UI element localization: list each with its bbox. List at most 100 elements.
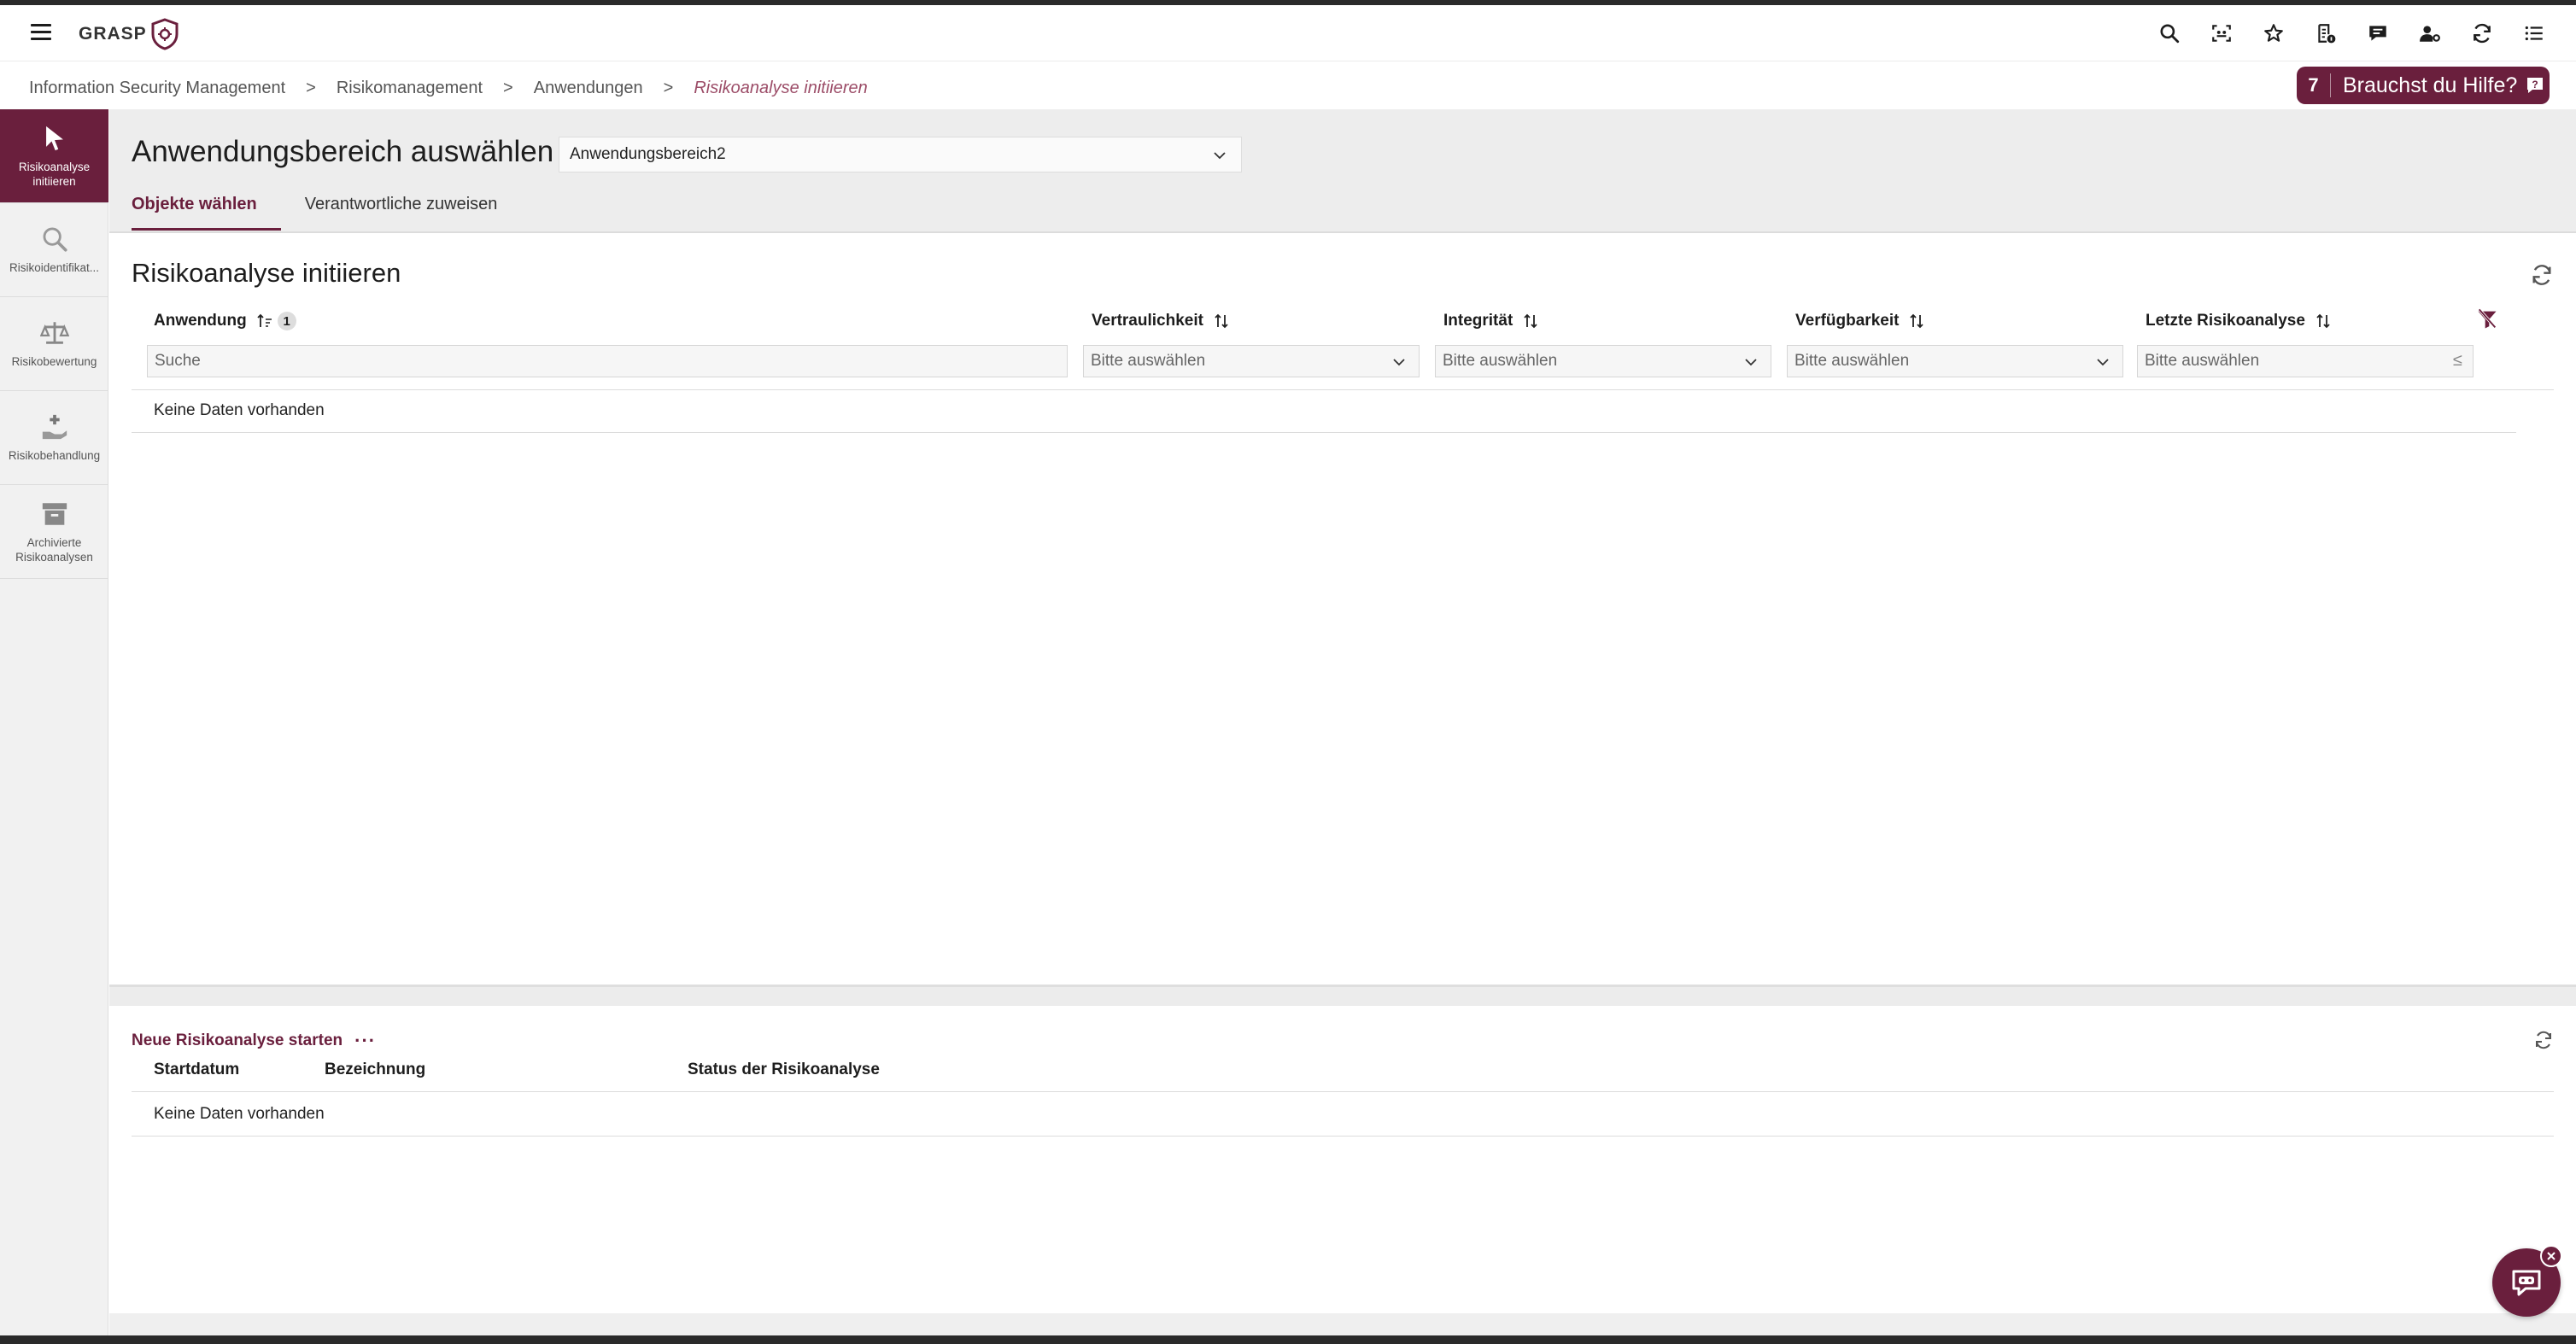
chevron-down-icon: [2097, 359, 2109, 366]
breadcrumb-item[interactable]: Risikomanagement: [337, 79, 483, 98]
sidebar: Risikoanalyse initiieren Risikoidentifik…: [0, 109, 108, 1335]
table-divider: [132, 1091, 2554, 1092]
filter-placeholder: Bitte auswählen: [2145, 352, 2260, 370]
column-label: Vertraulichkeit: [1092, 312, 1203, 330]
sidebar-item-risikobewertung[interactable]: Risikobewertung: [0, 297, 108, 391]
tab-bar: Objekte wählen Verantwortliche zuweisen: [132, 183, 545, 231]
new-risk-analysis-link[interactable]: Neue Risikoanalyse starten ···: [132, 1030, 376, 1052]
chat-bot-icon: [2512, 1270, 2541, 1296]
app-window: GRASP Information Security Management > …: [0, 5, 2576, 1335]
column-header-vertraulichkeit[interactable]: Vertraulichkeit: [1092, 309, 1231, 333]
close-icon[interactable]: [2540, 1245, 2562, 1267]
letzte-risikoanalyse-filter[interactable]: Bitte auswählen ≤: [2137, 345, 2474, 377]
archive-icon: [42, 502, 67, 525]
document-info-icon[interactable]: [2310, 17, 2342, 50]
scale-icon: [39, 322, 69, 344]
breadcrumb-item[interactable]: Information Security Management: [29, 79, 285, 98]
sidebar-item-risikoidentifikation[interactable]: Risikoidentifikat...: [0, 203, 108, 297]
panel-title: Neue Risikoanalyse starten: [132, 1031, 343, 1049]
date-filter-operator[interactable]: ≤: [2453, 351, 2462, 371]
search-input[interactable]: [155, 352, 1067, 371]
risk-analysis-panel: Risikoanalyse initiieren Anwendung 1 Ver…: [109, 239, 2576, 987]
sidebar-item-label: Archivierte Risikoanalysen: [15, 535, 93, 564]
panel-title: Risikoanalyse initiieren: [132, 258, 401, 288]
refresh-icon[interactable]: [2533, 1030, 2554, 1050]
sidebar-item-risikobehandlung[interactable]: Risikobehandlung: [0, 391, 108, 485]
chevron-down-icon: [1745, 359, 1757, 366]
column-header-anwendung[interactable]: Anwendung 1: [154, 309, 296, 333]
vertraulichkeit-filter-dropdown[interactable]: Bitte auswählen: [1083, 345, 1420, 377]
table-divider: [132, 432, 2516, 433]
app-logo[interactable]: GRASP: [79, 17, 179, 51]
breadcrumb: Information Security Management > Risiko…: [29, 73, 868, 102]
column-header-status[interactable]: Status der Risikoanalyse: [688, 1061, 880, 1079]
column-header-integritaet[interactable]: Integrität: [1443, 309, 1540, 333]
refresh-icon[interactable]: [2466, 17, 2498, 50]
search-field[interactable]: [147, 345, 1068, 377]
more-options-icon[interactable]: ···: [354, 1030, 376, 1052]
sort-icon: [1215, 313, 1228, 329]
column-label: Letzte Risikoanalyse: [2146, 312, 2305, 330]
sort-icon: [1524, 313, 1537, 329]
refresh-icon[interactable]: [2530, 263, 2554, 287]
shield-logo-icon: [151, 18, 179, 50]
list-icon[interactable]: [2518, 17, 2550, 50]
sort-order-badge: 1: [277, 312, 296, 330]
scan-icon[interactable]: [2205, 17, 2238, 50]
scope-dropdown[interactable]: Anwendungsbereich2: [559, 137, 1242, 172]
sidebar-item-archivierte-risikoanalysen[interactable]: Archivierte Risikoanalysen: [0, 485, 108, 579]
chevron-down-icon: [1393, 359, 1405, 366]
empty-table-message: Keine Daten vorhanden: [154, 1105, 325, 1123]
svg-text:?: ?: [2532, 79, 2538, 91]
clear-filter-icon[interactable]: [2475, 307, 2499, 331]
sidebar-item-label: Risikoanalyse initiieren: [18, 160, 91, 188]
tab-objekte-waehlen[interactable]: Objekte wählen: [132, 183, 281, 231]
column-header-letzte-risikoanalyse[interactable]: Letzte Risikoanalyse: [2146, 309, 2333, 333]
message-icon[interactable]: [2362, 17, 2394, 50]
hamburger-menu-icon[interactable]: [31, 21, 53, 44]
breadcrumb-item[interactable]: Anwendungen: [534, 79, 643, 98]
help-label: Brauchst du Hilfe?: [2343, 73, 2518, 97]
user-settings-icon[interactable]: [2414, 17, 2446, 50]
panel-separator: [109, 987, 2576, 1006]
sort-ascending-icon: [257, 313, 272, 327]
tab-verantwortliche-zuweisen[interactable]: Verantwortliche zuweisen: [305, 183, 498, 231]
scope-dropdown-value: Anwendungsbereich2: [570, 145, 726, 163]
logo-text: GRASP: [79, 24, 147, 44]
cursor-icon: [45, 126, 63, 150]
filter-placeholder: Bitte auswählen: [1794, 352, 1910, 370]
search-icon[interactable]: [2153, 17, 2186, 50]
breadcrumb-separator: >: [306, 78, 316, 97]
help-button[interactable]: 7 Brauchst du Hilfe? ?: [2297, 67, 2550, 104]
column-header-startdatum[interactable]: Startdatum: [154, 1061, 239, 1079]
filter-placeholder: Bitte auswählen: [1091, 352, 1206, 370]
magnifier-icon: [43, 227, 67, 252]
sidebar-item-label: Risikobewertung: [11, 355, 97, 368]
help-count-badge: 7: [2297, 73, 2331, 97]
star-icon[interactable]: [2257, 17, 2290, 50]
verfuegbarkeit-filter-dropdown[interactable]: Bitte auswählen: [1787, 345, 2123, 377]
empty-table-message: Keine Daten vorhanden: [154, 401, 325, 419]
integritaet-filter-dropdown[interactable]: Bitte auswählen: [1435, 345, 1771, 377]
breadcrumb-separator: >: [663, 78, 674, 97]
chevron-down-icon: [1214, 152, 1226, 160]
breadcrumb-separator: >: [503, 78, 513, 97]
bottom-strip: [109, 1313, 2576, 1335]
help-question-icon: ?: [2527, 78, 2544, 93]
top-bar: GRASP: [0, 5, 2576, 61]
page-title: Anwendungsbereich auswählen: [132, 135, 554, 168]
sidebar-item-label: Risikobehandlung: [8, 449, 101, 462]
column-header-bezeichnung[interactable]: Bezeichnung: [325, 1061, 425, 1079]
table-divider: [132, 1136, 2554, 1137]
sort-icon: [1910, 313, 1924, 329]
sort-icon: [2316, 313, 2330, 329]
filter-placeholder: Bitte auswählen: [1443, 352, 1558, 370]
column-header-verfuegbarkeit[interactable]: Verfügbarkeit: [1795, 309, 1926, 333]
column-label: Integrität: [1443, 312, 1513, 330]
sidebar-item-risikoanalyse-initiieren[interactable]: Risikoanalyse initiieren: [0, 109, 108, 203]
scope-header: Anwendungsbereich auswählen Anwendungsbe…: [109, 109, 2576, 233]
column-label: Verfügbarkeit: [1795, 312, 1900, 330]
breadcrumb-current: Risikoanalyse initiieren: [694, 78, 868, 97]
table-divider: [132, 389, 2554, 390]
hand-plus-icon: [42, 414, 67, 440]
